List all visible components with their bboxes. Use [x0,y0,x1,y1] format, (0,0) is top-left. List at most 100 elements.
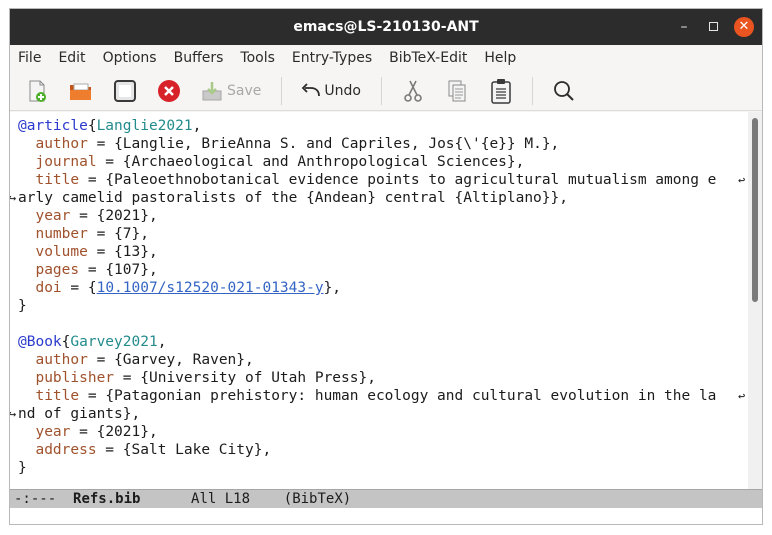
modeline-buffer-name[interactable]: Refs.bib [73,491,140,507]
field-name: address [35,442,97,458]
field-name: year [35,424,71,440]
title-bar[interactable]: emacs@LS-210130-ANT – ✕ [10,9,762,45]
close-buffer-button[interactable] [156,78,182,104]
open-folder-icon [70,83,91,100]
buffer-line: address = {Salt Lake City}, [35,442,272,458]
entry-type: @article [18,118,88,134]
buffer-line: year = {2021}, [35,208,158,224]
field-value: {2021}, [96,208,158,224]
field-value: {Patagonian prehistory: human ecology an… [105,388,717,404]
field-name: year [35,208,71,224]
modeline-mode[interactable]: (BibTeX) [284,491,351,507]
buffer-line: author = {Langlie, BrieAnna S. and Capri… [35,136,560,152]
field-name: publisher [35,370,115,386]
field-value: {13}, [114,244,158,260]
save-buffer-button[interactable] [112,78,138,104]
toolbar-separator [281,76,283,105]
field-name: title [35,172,80,188]
field-value: {University of Utah Press}, [140,370,376,386]
copy-button[interactable] [444,78,470,104]
doi-link[interactable]: 10.1007/s12520-021-01343-y [97,280,324,296]
menu-edit[interactable]: Edit [58,45,85,71]
closing-brace: } [18,298,27,314]
toolbar-separator [380,76,382,105]
field-value: {107}, [105,262,158,278]
vertical-scrollbar[interactable] [748,112,762,489]
field-name: author [35,136,88,152]
save-disk-icon [114,79,136,102]
mode-line: -:--- Refs.bib All L18 (BibTeX) [10,489,762,508]
field-name: title [35,388,80,404]
menu-bibtex-edit[interactable]: BibTeX-Edit [389,45,467,71]
buffer-line: volume = {13}, [35,244,158,260]
maximize-button[interactable] [704,18,722,36]
paste-icon [491,78,511,104]
buffer-line: } [18,459,27,477]
new-file-button[interactable] [24,78,50,104]
buffer-line: arly camelid pastoralists of the {Andean… [18,189,568,207]
maximize-icon [708,21,718,31]
field-name: volume [35,244,88,260]
field-value: {Paleoethnobotanical evidence points to … [105,172,717,188]
buffer-line: doi = {10.1007/s12520-021-01343-y}, [35,280,342,296]
modeline-position: All L18 [191,491,251,507]
buffer-line: pages = {107}, [35,262,158,278]
wrap-arrow-icon: ↪ [10,405,16,423]
menu-file[interactable]: File [18,45,41,71]
cite-key: Garvey2021 [70,334,158,350]
save-button[interactable]: Save [200,79,261,103]
search-button[interactable] [551,78,577,104]
save-label: Save [227,82,262,99]
field-name: pages [35,262,80,278]
buffer-line: title = {Paleoethnobotanical evidence po… [35,172,717,188]
tool-bar: Save Undo [10,71,762,111]
text-editor[interactable]: @article{Langlie2021, author = {Langlie,… [10,112,748,489]
menu-entry-types[interactable]: Entry-Types [292,45,372,71]
entry-type: @Book [18,334,62,350]
wrap-arrow-icon: ↪ [10,189,16,207]
new-file-icon [29,80,46,102]
buffer-line: nd of giants}, [18,405,140,423]
closing-brace: } [18,460,27,476]
menu-options[interactable]: Options [103,45,157,71]
buffer-line: publisher = {University of Utah Press}, [35,370,376,386]
echo-area[interactable] [10,508,762,524]
buffer-line: @Book{Garvey2021, [18,334,167,350]
field-value: {Garvey, Raven}, [114,352,254,368]
window-title: emacs@LS-210130-ANT [293,19,479,35]
menu-tools[interactable]: Tools [240,45,275,71]
buffer-line: number = {7}, [35,226,149,242]
scrollbar-thumb[interactable] [752,118,758,302]
open-file-button[interactable] [68,78,94,104]
minimize-icon: – [680,19,688,35]
save-icon [202,81,222,100]
copy-icon [448,80,466,101]
undo-label: Undo [324,82,361,99]
emacs-window: emacs@LS-210130-ANT – ✕ File Edit Option… [9,8,763,525]
search-icon [554,80,574,101]
field-value: {2021}, [96,424,158,440]
field-value: {Langlie, BrieAnna S. and Capriles, Jos{… [114,136,560,152]
close-icon: ✕ [738,19,750,34]
field-value: nd of giants}, [18,406,141,422]
menu-buffers[interactable]: Buffers [174,45,224,71]
buffer-line: author = {Garvey, Raven}, [35,352,254,368]
field-name: author [35,352,88,368]
menu-help[interactable]: Help [484,45,516,71]
toolbar-separator [531,76,533,105]
field-name: doi [35,280,62,296]
buffer-line: @article{Langlie2021, [18,118,202,134]
field-name: number [35,226,88,242]
undo-button[interactable]: Undo [300,81,361,101]
field-name: journal [35,154,97,170]
buffer-line: title = {Patagonian prehistory: human ec… [35,388,717,404]
field-value: {Salt Lake City}, [122,442,272,458]
minimize-button[interactable]: – [675,18,693,36]
buffer-line: year = {2021}, [35,424,158,440]
close-window-button[interactable]: ✕ [734,17,754,37]
modeline-status: -:--- [14,491,57,507]
wrap-arrow-icon: ↩ [738,173,746,187]
buffer-line: journal = {Archaeological and Anthropolo… [35,154,525,170]
cut-button[interactable] [400,78,426,104]
paste-button[interactable] [488,78,514,104]
